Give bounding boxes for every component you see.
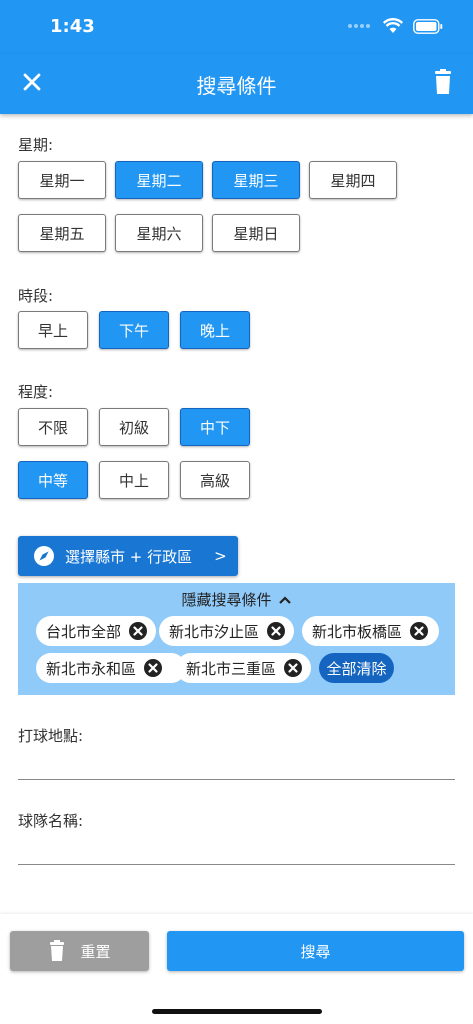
wifi-icon: [383, 18, 403, 33]
remove-tag-icon[interactable]: [129, 622, 148, 640]
timeslot-chip[interactable]: 早上: [18, 311, 88, 349]
home-indicator: [152, 1009, 322, 1014]
level-chip[interactable]: 不限: [18, 408, 88, 446]
status-time: 1:43: [50, 16, 95, 37]
team-input[interactable]: [18, 835, 455, 865]
level-chip[interactable]: 中上: [99, 461, 169, 499]
remove-tag-icon[interactable]: [144, 659, 163, 677]
region-tag-label: 新北市永和區: [46, 659, 137, 678]
clear-all-button[interactable]: 全部清除: [319, 653, 394, 683]
region-tag: 新北市汐止區: [159, 616, 294, 646]
select-region-label: 選擇縣市 + 行政區: [65, 547, 193, 566]
team-label: 球隊名稱:: [18, 812, 84, 830]
remove-tag-icon[interactable]: [284, 659, 303, 677]
venue-input[interactable]: [18, 750, 455, 780]
remove-tag-icon[interactable]: [267, 622, 286, 640]
remove-tag-icon[interactable]: [410, 622, 429, 640]
signal-icon: [348, 24, 370, 28]
collapse-toggle[interactable]: 隱藏搜尋條件: [18, 589, 455, 610]
level-chip[interactable]: 初級: [99, 408, 169, 446]
weekday-chip[interactable]: 星期二: [115, 161, 203, 199]
timeslot-chip[interactable]: 晚上: [180, 311, 250, 349]
app-bar: 搜尋條件: [0, 54, 473, 114]
battery-icon: [413, 18, 443, 34]
region-tag: 新北市三重區: [176, 653, 311, 683]
weekday-chip[interactable]: 星期五: [18, 214, 106, 252]
reset-label: 重置: [80, 942, 111, 961]
trash-icon: [50, 940, 65, 961]
level-chip[interactable]: 高級: [180, 461, 250, 499]
trash-icon[interactable]: [431, 68, 455, 96]
weekday-chip[interactable]: 星期四: [309, 161, 397, 199]
level-chip[interactable]: 中等: [18, 461, 88, 499]
region-tag-label: 新北市板橋區: [312, 622, 403, 641]
select-region-button[interactable]: 選擇縣市 + 行政區 >: [18, 536, 238, 576]
select-region-arrow: >: [214, 547, 227, 565]
hidden-conditions-panel: 隱藏搜尋條件 台北市全部 新北市汐止區 新北市板橋區新北市永和區 新北市三重區 全部清…: [18, 583, 455, 695]
reset-button[interactable]: 重置: [10, 931, 149, 971]
weekday-chip[interactable]: 星期日: [212, 214, 300, 252]
status-icons: [347, 18, 443, 34]
compass-icon: [34, 546, 54, 566]
status-bar: 1:43: [0, 0, 473, 54]
weekday-chip[interactable]: 星期六: [115, 214, 203, 252]
search-button[interactable]: 搜尋: [167, 931, 464, 971]
region-tag: 新北市永和區: [36, 653, 186, 683]
region-tag: 新北市板橋區: [302, 616, 439, 646]
bottom-bar: 重置 搜尋: [0, 914, 473, 1024]
venue-label: 打球地點:: [18, 727, 84, 745]
level-chip[interactable]: 中下: [180, 408, 250, 446]
timeslot-chip[interactable]: 下午: [99, 311, 169, 349]
weekday-chip[interactable]: 星期三: [212, 161, 300, 199]
weekday-label: 星期:: [18, 136, 54, 154]
region-tag-label: 新北市汐止區: [169, 622, 260, 641]
timeslot-label: 時段:: [18, 287, 54, 305]
panel-title: 隱藏搜尋條件: [181, 591, 272, 609]
chevron-up-icon: [278, 595, 291, 604]
level-label: 程度:: [18, 383, 54, 401]
region-tag: 台北市全部: [36, 616, 156, 646]
region-tag-label: 台北市全部: [46, 622, 122, 641]
page-title: 搜尋條件: [196, 74, 277, 98]
region-tag-label: 新北市三重區: [186, 659, 277, 678]
weekday-chip[interactable]: 星期一: [18, 161, 106, 199]
